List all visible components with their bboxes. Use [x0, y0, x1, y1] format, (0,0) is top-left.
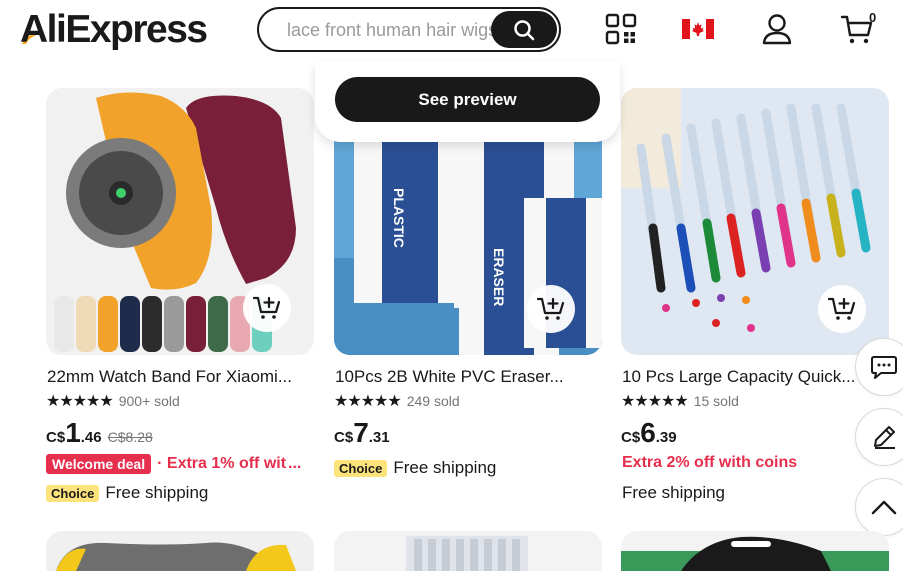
- product-image[interactable]: [621, 88, 889, 355]
- svg-text:PLASTIC: PLASTIC: [391, 188, 407, 248]
- qr-code-button[interactable]: [604, 12, 638, 46]
- product-image[interactable]: [334, 531, 602, 571]
- price-currency: C$: [621, 429, 641, 446]
- sold-count: 900+ sold: [118, 393, 180, 409]
- shipping-text: Free shipping: [105, 483, 209, 502]
- add-to-cart-button[interactable]: [527, 285, 575, 333]
- product-price: C$ 6 .39: [621, 419, 677, 447]
- account-button[interactable]: [760, 12, 794, 46]
- product-image[interactable]: [46, 88, 314, 355]
- shipping-row: Choice Free shipping: [46, 483, 208, 503]
- product-photo: [334, 531, 602, 571]
- promo-text: · Extra 1% off wit: [157, 455, 287, 472]
- chat-button[interactable]: [855, 338, 903, 396]
- chevron-up-icon: [871, 500, 897, 515]
- chat-icon: [871, 356, 897, 379]
- product-rating: ★★★★★ 900+ sold: [46, 391, 180, 411]
- search-input[interactable]: [287, 18, 497, 42]
- welcome-deal-badge: Welcome deal: [46, 454, 152, 474]
- choice-badge: Choice: [334, 459, 388, 477]
- product-image[interactable]: [621, 531, 889, 571]
- price-currency: C$: [46, 429, 66, 446]
- star-rating: ★★★★★: [334, 393, 402, 410]
- promo-text: Extra 2% off with coins: [622, 454, 798, 471]
- search-bar: [257, 7, 561, 52]
- search-icon: [514, 19, 535, 40]
- shipping-row: Choice Free shipping: [334, 458, 496, 478]
- promo-more: ...: [288, 455, 302, 472]
- price-currency: C$: [334, 429, 354, 446]
- shipping-row: Free shipping: [622, 483, 725, 503]
- product-title[interactable]: 10Pcs 2B White PVC Eraser...: [335, 367, 601, 387]
- price-decimal: .39: [655, 429, 677, 446]
- product-price: C$ 1 .46 C$8.28: [46, 419, 153, 447]
- product-image[interactable]: [46, 531, 314, 571]
- logo-text: AliExpress: [20, 8, 208, 51]
- see-preview-button[interactable]: See preview: [335, 77, 600, 122]
- shipping-text: Free shipping: [393, 458, 497, 477]
- product-rating: ★★★★★ 15 sold: [621, 391, 739, 411]
- feedback-button[interactable]: [855, 408, 903, 466]
- promo-row: Extra 2% off with coins: [622, 454, 797, 472]
- product-price: C$ 7 .31: [334, 419, 390, 447]
- qr-code-icon: [605, 13, 637, 45]
- add-to-cart-button[interactable]: [818, 285, 866, 333]
- edit-icon: [874, 426, 895, 449]
- back-to-top-button[interactable]: [855, 478, 903, 536]
- add-to-cart-icon: [537, 297, 565, 320]
- sold-count: 249 sold: [406, 393, 460, 409]
- search-button[interactable]: [491, 11, 557, 48]
- add-to-cart-icon: [828, 297, 856, 320]
- shipping-text: Free shipping: [622, 483, 726, 502]
- promo-row: Welcome deal · Extra 1% off wit ...: [46, 454, 314, 474]
- svg-text:ERASER: ERASER: [491, 248, 507, 306]
- add-to-cart-button[interactable]: [243, 284, 291, 332]
- product-title[interactable]: 22mm Watch Band For Xiaomi...: [47, 367, 313, 387]
- sold-count: 15 sold: [693, 393, 739, 409]
- cart-count-badge: 0: [869, 10, 877, 25]
- choice-badge: Choice: [46, 484, 100, 502]
- towel-image: [46, 531, 314, 571]
- canada-flag-icon: [682, 19, 714, 39]
- region-selector[interactable]: [681, 12, 715, 46]
- price-decimal: .46: [80, 429, 102, 446]
- star-rating: ★★★★★: [46, 393, 114, 410]
- account-icon: [762, 14, 792, 45]
- price-integer: 1: [65, 417, 81, 448]
- price-integer: 6: [640, 417, 656, 448]
- star-rating: ★★★★★: [621, 393, 689, 410]
- preview-popover: See preview: [315, 62, 620, 142]
- header: AliExpress lace front human hair wigs 0: [0, 0, 903, 62]
- add-to-cart-icon: [253, 296, 281, 319]
- aliexpress-logo[interactable]: AliExpress: [20, 8, 208, 52]
- product-rating: ★★★★★ 249 sold: [334, 391, 460, 411]
- original-price: C$8.28: [107, 429, 153, 445]
- product-title[interactable]: 10 Pcs Large Capacity Quick...: [622, 367, 888, 387]
- product-photo: [621, 531, 889, 571]
- price-integer: 7: [353, 417, 369, 448]
- price-decimal: .31: [368, 429, 390, 446]
